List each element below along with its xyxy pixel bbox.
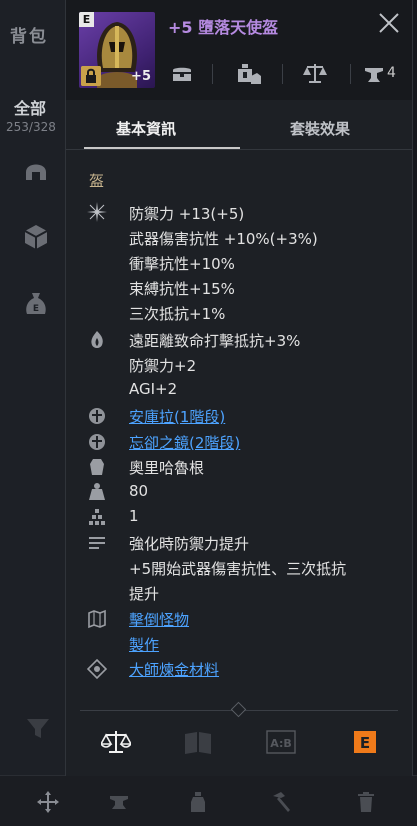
stack-anvil-icon[interactable] <box>363 62 385 86</box>
alchemy-icon <box>87 659 107 679</box>
lock-icon[interactable] <box>81 66 101 86</box>
source-link[interactable]: 製作 <box>129 634 159 655</box>
svg-text:A:B: A:B <box>270 737 292 750</box>
chest-icon[interactable] <box>170 62 194 86</box>
trash-icon[interactable] <box>354 790 378 814</box>
tab-bar: 基本資訊 套裝效果 <box>66 100 412 152</box>
anvil-icon[interactable] <box>107 790 131 814</box>
bonus-stat: 遠距離致命打擊抵抗+3% <box>129 332 301 350</box>
rank-e-icon[interactable]: E <box>351 728 381 756</box>
stack-icon <box>89 509 105 525</box>
header-separator <box>282 64 283 84</box>
bag-title: 背包 <box>10 27 48 47</box>
effect-line: +5開始武器傷害抗性、三次抵抗 <box>129 560 347 578</box>
helmet-icon[interactable] <box>22 156 50 184</box>
move-icon[interactable] <box>36 790 60 814</box>
material-name: 奧里哈魯根 <box>129 459 205 477</box>
book-icon[interactable] <box>183 728 213 756</box>
potion-icon[interactable] <box>186 790 210 814</box>
rune-link[interactable]: 忘卻之鏡(2階段) <box>129 432 240 453</box>
base-stat: 三次抵抗+1% <box>129 305 226 323</box>
rune-icon <box>89 408 105 424</box>
rune-link[interactable]: 安庫拉(1階段) <box>129 406 225 427</box>
base-stat: 防禦力 +13(+5) <box>129 205 245 223</box>
item-header: E +5 +5 墮落天使盔 4 <box>66 0 412 100</box>
money-bag-icon[interactable]: E <box>22 290 50 318</box>
tab-divider <box>66 149 412 150</box>
base-stat: 武器傷害抗性 +10%(+3%) <box>129 230 318 248</box>
weight-icon <box>89 483 105 500</box>
box-icon[interactable] <box>22 222 50 250</box>
map-icon <box>88 609 106 629</box>
filter-all[interactable]: 全部 <box>14 95 46 119</box>
hammer-icon[interactable] <box>269 790 293 814</box>
item-name: +5 墮落天使盔 <box>168 18 279 37</box>
description-icon <box>89 537 105 549</box>
header-separator <box>350 64 351 84</box>
upgrade-badge: +5 <box>131 69 151 84</box>
effect-line: 強化時防禦力提升 <box>129 535 250 553</box>
source-link[interactable]: 大師煉金材料 <box>129 659 219 680</box>
scale-icon[interactable] <box>101 728 131 756</box>
header-separator <box>212 64 213 84</box>
item-quantity: 4 <box>387 65 396 81</box>
item-tooltip: E +5 +5 墮落天使盔 4 基本資訊 套裝效果 盔 防禦力 +13(+5) … <box>65 0 413 776</box>
filter-icon[interactable] <box>24 714 52 742</box>
tab-basic-info[interactable]: 基本資訊 <box>116 118 176 139</box>
bonus-stat: 防禦力+2 <box>129 357 197 375</box>
item-weight: 80 <box>129 482 149 500</box>
item-thumbnail: E +5 <box>79 12 155 88</box>
base-stat: 衝擊抗性+10% <box>129 255 235 273</box>
scale-icon[interactable] <box>302 62 328 86</box>
inventory-sidebar: 背包 全部 253/328 E <box>0 0 70 825</box>
material-icon <box>90 459 104 475</box>
item-category: 盔 <box>89 172 105 190</box>
upgrade-box-icon[interactable] <box>234 62 262 86</box>
rune-icon <box>89 434 105 450</box>
tab-set-effect[interactable]: 套裝效果 <box>290 118 350 139</box>
bag-capacity: 253/328 <box>6 120 56 134</box>
bottom-toolbar <box>0 775 417 826</box>
source-link[interactable]: 擊倒怪物 <box>129 609 189 630</box>
rank-e-label: E <box>360 734 370 752</box>
effect-line: 提升 <box>129 585 160 603</box>
flame-icon <box>91 331 103 348</box>
compare-icon[interactable]: A:B <box>266 728 296 756</box>
base-stat: 束縛抗性+15% <box>129 280 235 298</box>
rank-badge: E <box>79 12 94 27</box>
divider-ornament <box>230 701 247 718</box>
stack-count: 1 <box>129 507 139 525</box>
svg-text:E: E <box>33 304 39 314</box>
bonus-stat: AGI+2 <box>129 380 178 398</box>
sparkle-icon <box>87 202 107 222</box>
close-icon[interactable] <box>378 12 400 34</box>
